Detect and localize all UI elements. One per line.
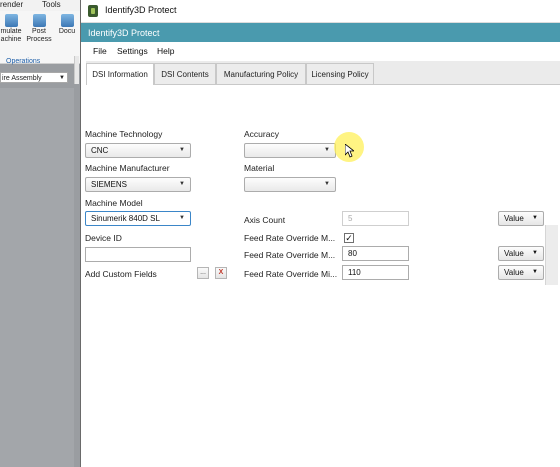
feed-rate-override-1-label: Feed Rate Override M... (244, 233, 336, 243)
host-section-label: Operations (6, 58, 41, 65)
window-titlebar[interactable]: Identify3D Protect (81, 0, 560, 23)
host-menu-render[interactable]: render (0, 0, 23, 9)
chevron-down-icon: ▼ (179, 181, 185, 187)
material-dropdown[interactable]: ▼ (244, 177, 336, 192)
axis-count-label: Axis Count (244, 215, 286, 225)
tab-dsi-contents[interactable]: DSI Contents (154, 63, 216, 84)
chevron-down-icon: ▼ (532, 250, 538, 256)
host-simulate-button[interactable]: mulate achine (0, 14, 22, 44)
feed-rate-3-mode: Value (504, 268, 524, 277)
chevron-down-icon: ▼ (179, 215, 185, 221)
device-id-label: Device ID (85, 233, 122, 243)
material-label: Material (244, 163, 275, 173)
feed-rate-override-3-input[interactable]: 110 (342, 265, 409, 280)
menu-settings[interactable]: Settings (117, 46, 148, 56)
document-icon (60, 14, 74, 27)
machine-technology-label: Machine Technology (85, 129, 163, 139)
checkmark-icon: ✓ (345, 233, 353, 243)
chevron-down-icon: ▼ (179, 147, 185, 153)
window-title: Identify3D Protect (105, 5, 177, 15)
machine-technology-value: CNC (91, 146, 109, 155)
remove-custom-field-button[interactable]: X (215, 267, 227, 279)
feed-rate-3-mode-dropdown[interactable]: Value ▼ (498, 265, 544, 280)
host-workspace (0, 88, 74, 467)
axis-count-mode: Value (504, 214, 524, 223)
feed-rate-override-checkbox[interactable]: ✓ (344, 233, 354, 243)
simulate-icon (4, 14, 18, 27)
accuracy-dropdown[interactable]: ▼ (244, 143, 336, 158)
feed-rate-override-2-input[interactable]: 80 (342, 246, 409, 261)
axis-count-mode-dropdown[interactable]: Value ▼ (498, 211, 544, 226)
host-document-label: Docu (58, 28, 76, 35)
host-assembly-value: ire Assembly (2, 75, 42, 82)
machine-manufacturer-value: SIEMENS (91, 180, 128, 189)
vertical-scrollbar[interactable] (545, 225, 558, 285)
machine-manufacturer-label: Machine Manufacturer (85, 163, 170, 173)
post-process-icon (32, 14, 46, 27)
menu-file[interactable]: File (93, 46, 107, 56)
tab-manufacturing-policy[interactable]: Manufacturing Policy (216, 63, 306, 84)
tab-dsi-information[interactable]: DSI Information (86, 63, 154, 85)
feed-rate-override-3-label: Feed Rate Override Mi... (244, 269, 338, 279)
host-menubar: render Tools (0, 0, 80, 11)
identify3d-app-icon (88, 5, 98, 17)
machine-model-dropdown[interactable]: Sinumerik 840D SL ▼ (85, 211, 191, 226)
host-post-process-label: Post Process (26, 28, 52, 43)
app-header: Identify3D Protect (81, 23, 560, 42)
host-application: render Tools mulate achine Post Process … (0, 0, 80, 467)
axis-count-input[interactable]: 5 (342, 211, 409, 226)
device-id-input[interactable] (85, 247, 191, 262)
host-post-process-button[interactable]: Post Process (26, 14, 52, 44)
add-custom-fields-label: Add Custom Fields (85, 269, 157, 279)
feed-rate-override-2-label: Feed Rate Override M... (244, 250, 336, 260)
feed-rate-2-mode-dropdown[interactable]: Value ▼ (498, 246, 544, 261)
machine-model-value: Sinumerik 840D SL (91, 214, 160, 223)
feed-rate-2-mode: Value (504, 249, 524, 258)
host-document-button[interactable]: Docu (56, 14, 78, 36)
tab-strip: DSI Information DSI Contents Manufacturi… (86, 61, 560, 85)
chevron-down-icon: ▼ (59, 75, 65, 81)
host-ribbon-divider (74, 56, 79, 84)
menubar: File Settings Help (81, 42, 560, 59)
host-simulate-label: mulate achine (0, 28, 22, 43)
menu-help[interactable]: Help (157, 46, 174, 56)
machine-model-label: Machine Model (85, 198, 143, 208)
app-header-title: Identify3D Protect (88, 28, 160, 38)
chevron-down-icon: ▼ (324, 181, 330, 187)
tab-licensing-policy[interactable]: Licensing Policy (306, 63, 374, 84)
add-custom-field-button[interactable]: ... (197, 267, 209, 279)
machine-technology-dropdown[interactable]: CNC ▼ (85, 143, 191, 158)
accuracy-label: Accuracy (244, 129, 279, 139)
chevron-down-icon: ▼ (532, 215, 538, 221)
host-assembly-combo[interactable]: ire Assembly ▼ (0, 72, 68, 83)
chevron-down-icon: ▼ (532, 269, 538, 275)
machine-manufacturer-dropdown[interactable]: SIEMENS ▼ (85, 177, 191, 192)
host-menu-tools[interactable]: Tools (42, 0, 61, 9)
chevron-down-icon: ▼ (324, 147, 330, 153)
